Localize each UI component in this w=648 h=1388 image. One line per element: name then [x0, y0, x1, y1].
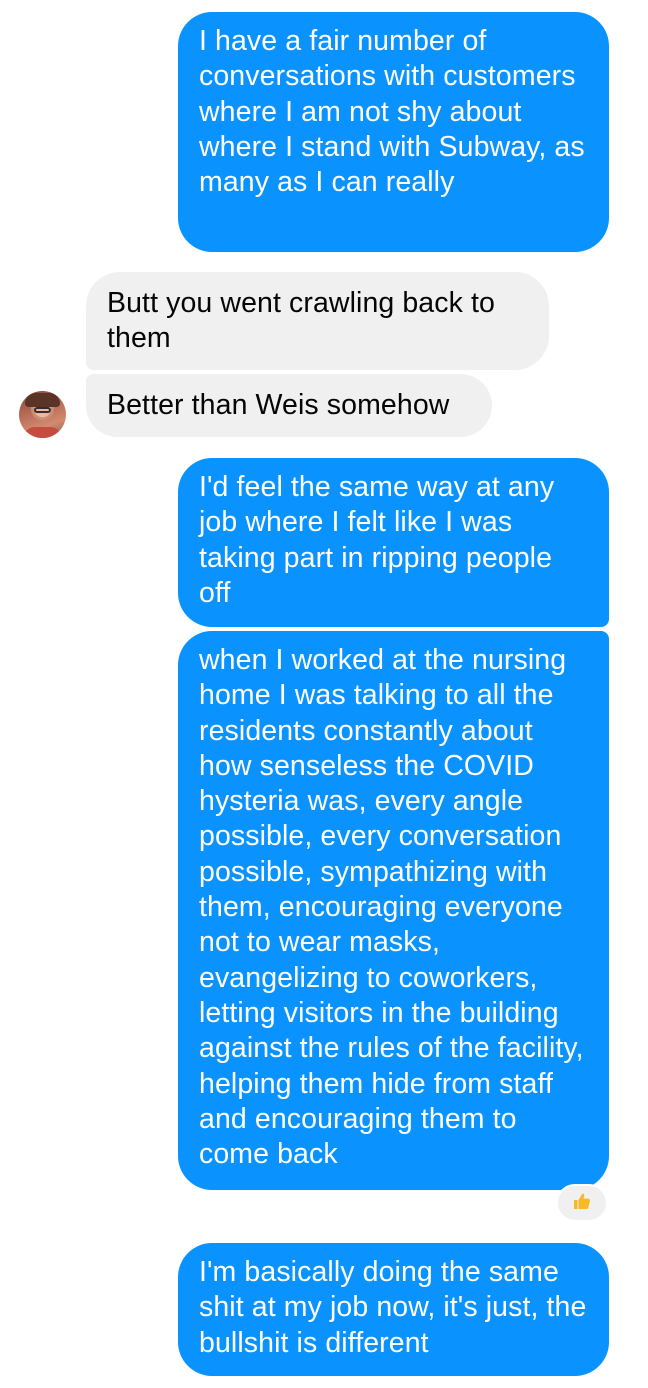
message-outgoing[interactable]: I'm basically doing the same shit at my …: [178, 1243, 609, 1376]
message-outgoing[interactable]: I have a fair number of conversations wi…: [178, 12, 609, 252]
message-incoming[interactable]: Butt you went crawling back to them: [86, 272, 549, 370]
avatar-hair: [25, 393, 60, 407]
contact-avatar[interactable]: [19, 391, 66, 438]
thumbs-up-icon: [572, 1191, 592, 1216]
message-outgoing[interactable]: when I worked at the nursing home I was …: [178, 631, 609, 1190]
avatar-glasses: [34, 407, 51, 413]
message-incoming[interactable]: Better than Weis somehow: [86, 374, 492, 437]
reaction-badge[interactable]: [556, 1184, 608, 1222]
message-outgoing[interactable]: I'd feel the same way at any job where I…: [178, 458, 609, 627]
avatar-shirt: [23, 427, 62, 438]
